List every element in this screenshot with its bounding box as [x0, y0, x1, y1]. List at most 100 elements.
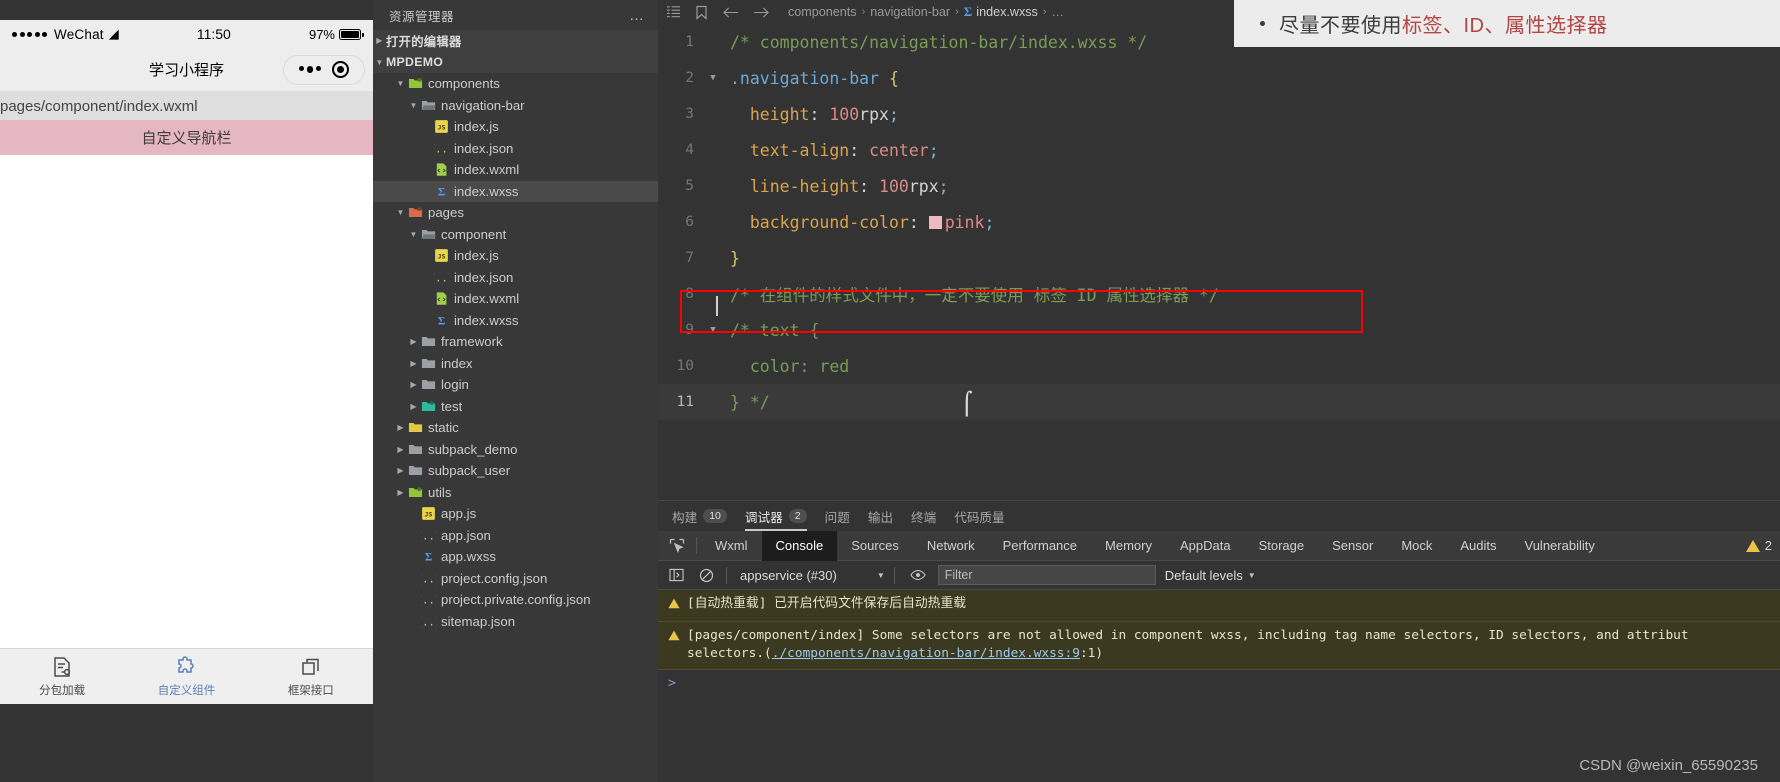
devtools-tab-sources[interactable]: Sources — [837, 531, 913, 561]
explorer-more-icon[interactable]: … — [629, 7, 645, 24]
devtools-tab-console[interactable]: Console — [761, 530, 838, 561]
devtools-tab-sensor[interactable]: Sensor — [1318, 531, 1387, 561]
panel-tab[interactable]: 调试器 2 — [744, 501, 807, 531]
chevron-down-icon[interactable]: ▼ — [394, 79, 407, 88]
chevron-right-icon[interactable]: ▶ — [373, 36, 386, 45]
console-sidebar-toggle-icon[interactable] — [666, 566, 687, 585]
devtools-tab-performance[interactable]: Performance — [989, 531, 1091, 561]
tree-item-static[interactable]: ▶ static — [373, 417, 658, 439]
chevron-right-icon[interactable]: ▶ — [407, 380, 420, 389]
chevron-right-icon[interactable]: ▶ — [407, 402, 420, 411]
breadcrumb-item-2[interactable]: Σ index.wxss — [964, 4, 1038, 20]
tab-custom-component[interactable]: 自定义组件 — [124, 649, 248, 704]
tree-item-index-wxml[interactable]: ▶ index.wxml — [373, 159, 658, 181]
devtools-tab-network[interactable]: Network — [913, 531, 989, 561]
breadcrumb-item-3[interactable]: … — [1052, 5, 1065, 19]
forward-arrow-icon[interactable] — [753, 6, 770, 19]
tree-item-app-json[interactable]: ▶{..} app.json — [373, 525, 658, 547]
code-line[interactable]: 11} */ — [658, 384, 1780, 420]
tree-item-test[interactable]: ▶ test — [373, 396, 658, 418]
outline-list-icon[interactable] — [666, 5, 681, 19]
chevron-down-icon[interactable]: ▼ — [1248, 571, 1256, 580]
tree-item-project-config-json[interactable]: ▶{..} project.config.json — [373, 568, 658, 590]
devtools-tab-appdata[interactable]: AppData — [1166, 531, 1245, 561]
chevron-right-icon[interactable]: ▶ — [394, 466, 407, 475]
devtools-tab-wxml[interactable]: Wxml — [701, 531, 762, 561]
code-line[interactable]: 2 ▼ .navigation-bar { — [658, 60, 1780, 96]
element-picker-icon[interactable] — [658, 538, 696, 554]
chevron-down-icon[interactable]: ▼ — [373, 58, 386, 67]
tree-item-index-wxss[interactable]: ▶ Σindex.wxss — [373, 180, 658, 202]
tree-item-subpack-user[interactable]: ▶ subpack_user — [373, 460, 658, 482]
devtools-tab-audits[interactable]: Audits — [1446, 531, 1510, 561]
chevron-right-icon[interactable]: ▶ — [394, 445, 407, 454]
project-root-row[interactable]: ▼ MPDEMO — [373, 51, 658, 73]
panel-tab[interactable]: 问题 — [825, 501, 850, 531]
tree-item-login[interactable]: ▶ login — [373, 374, 658, 396]
tree-item-index[interactable]: ▶ index — [373, 353, 658, 375]
capsule-button[interactable] — [283, 54, 365, 85]
tree-item-navigation-bar[interactable]: ▼ navigation-bar — [373, 95, 658, 117]
live-expression-eye-icon[interactable] — [908, 566, 929, 585]
tree-item-app-wxss[interactable]: ▶ Σapp.wxss — [373, 546, 658, 568]
tree-item-sitemap-json[interactable]: ▶{..} sitemap.json — [373, 611, 658, 633]
panel-tab[interactable]: 代码质量 — [954, 501, 1004, 531]
more-menu-icon[interactable] — [298, 66, 322, 73]
chevron-right-icon[interactable]: ▶ — [407, 359, 420, 368]
chevron-down-icon[interactable]: ▼ — [407, 230, 420, 239]
chevron-right-icon[interactable]: ▶ — [394, 488, 407, 497]
code-line[interactable]: 7} — [658, 240, 1780, 276]
tree-item-components[interactable]: ▼ components — [373, 73, 658, 95]
panel-tab[interactable]: 构建 10 — [672, 501, 727, 531]
code-line[interactable]: 10 color: red — [658, 348, 1780, 384]
clear-console-icon[interactable] — [696, 566, 717, 585]
breadcrumb-item-1[interactable]: navigation-bar — [870, 5, 950, 19]
tree-item-subpack-demo[interactable]: ▶ subpack_demo — [373, 439, 658, 461]
code-line[interactable]: 5 line-height: 100rpx; — [658, 168, 1780, 204]
chevron-right-icon[interactable]: ▶ — [407, 337, 420, 346]
chevron-right-icon[interactable]: ▶ — [394, 423, 407, 432]
breadcrumb-item-0[interactable]: components — [788, 5, 857, 19]
warning-indicator[interactable]: 2 — [1745, 538, 1780, 553]
tree-item-pages[interactable]: ▼ pages — [373, 202, 658, 224]
log-source-link[interactable]: ./components/navigation-bar/index.wxss:9 — [772, 646, 1080, 661]
code-line[interactable]: 8 /* 在组件的样式文件中，一定不要使用 标签 ID 属性选择器 */ — [658, 276, 1780, 312]
devtools-tab-memory[interactable]: Memory — [1091, 531, 1166, 561]
tree-item-index-wxml[interactable]: ▶ index.wxml — [373, 288, 658, 310]
chevron-down-icon[interactable]: ▼ — [394, 208, 407, 217]
context-selector[interactable]: appservice (#30) ▼ — [740, 568, 885, 583]
tree-item-framework[interactable]: ▶ framework — [373, 331, 658, 353]
code-line[interactable]: 9 ▼ /* text { — [658, 312, 1780, 348]
devtools-tab-vulnerability[interactable]: Vulnerability — [1511, 531, 1609, 561]
code-line[interactable]: 6 background-color: pink; — [658, 204, 1780, 240]
back-arrow-icon[interactable] — [722, 6, 739, 19]
tree-item-index-js[interactable]: ▶ JS index.js — [373, 116, 658, 138]
filter-input[interactable]: Filter — [937, 565, 1156, 585]
fold-chevron-icon[interactable]: ▼ — [706, 73, 720, 83]
tree-item-project-private-config-json[interactable]: ▶{..} project.private.config.json — [373, 589, 658, 611]
tree-item-component[interactable]: ▼ component — [373, 224, 658, 246]
panel-tab[interactable]: 终端 — [911, 501, 936, 531]
tab-framework-api[interactable]: 框架接口 — [249, 649, 373, 704]
fold-chevron-icon[interactable]: ▼ — [706, 325, 720, 335]
tree-item-index-json[interactable]: ▶{..} index.json — [373, 138, 658, 160]
code-line[interactable]: 3 height: 100rpx; — [658, 96, 1780, 132]
bookmark-icon[interactable] — [695, 5, 708, 20]
close-target-icon[interactable] — [332, 61, 350, 78]
log-levels-selector[interactable]: Default levels ▼ — [1165, 568, 1256, 583]
console-output[interactable]: [自动热重载] 已开启代码文件保存后自动热重载 [pages/component… — [658, 590, 1780, 782]
tree-item-index-wxss[interactable]: ▶ Σindex.wxss — [373, 310, 658, 332]
code-editor[interactable]: 1 /* components/navigation-bar/index.wxss… — [658, 24, 1780, 500]
chevron-down-icon[interactable]: ▼ — [877, 571, 885, 580]
devtools-tab-storage[interactable]: Storage — [1245, 531, 1319, 561]
console-prompt[interactable]: > — [658, 670, 1780, 697]
open-editors-section[interactable]: ▶ 打开的编辑器 — [373, 30, 658, 52]
tree-item-app-js[interactable]: ▶ JS app.js — [373, 503, 658, 525]
devtools-tab-mock[interactable]: Mock — [1387, 531, 1446, 561]
tree-item-index-js[interactable]: ▶ JS index.js — [373, 245, 658, 267]
code-line[interactable]: 4 text-align: center; — [658, 132, 1780, 168]
tree-item-utils[interactable]: ▶ utils — [373, 482, 658, 504]
tree-item-index-json[interactable]: ▶{..} index.json — [373, 267, 658, 289]
chevron-down-icon[interactable]: ▼ — [407, 101, 420, 110]
tab-subpackage[interactable]: 分包加载 — [0, 649, 124, 704]
